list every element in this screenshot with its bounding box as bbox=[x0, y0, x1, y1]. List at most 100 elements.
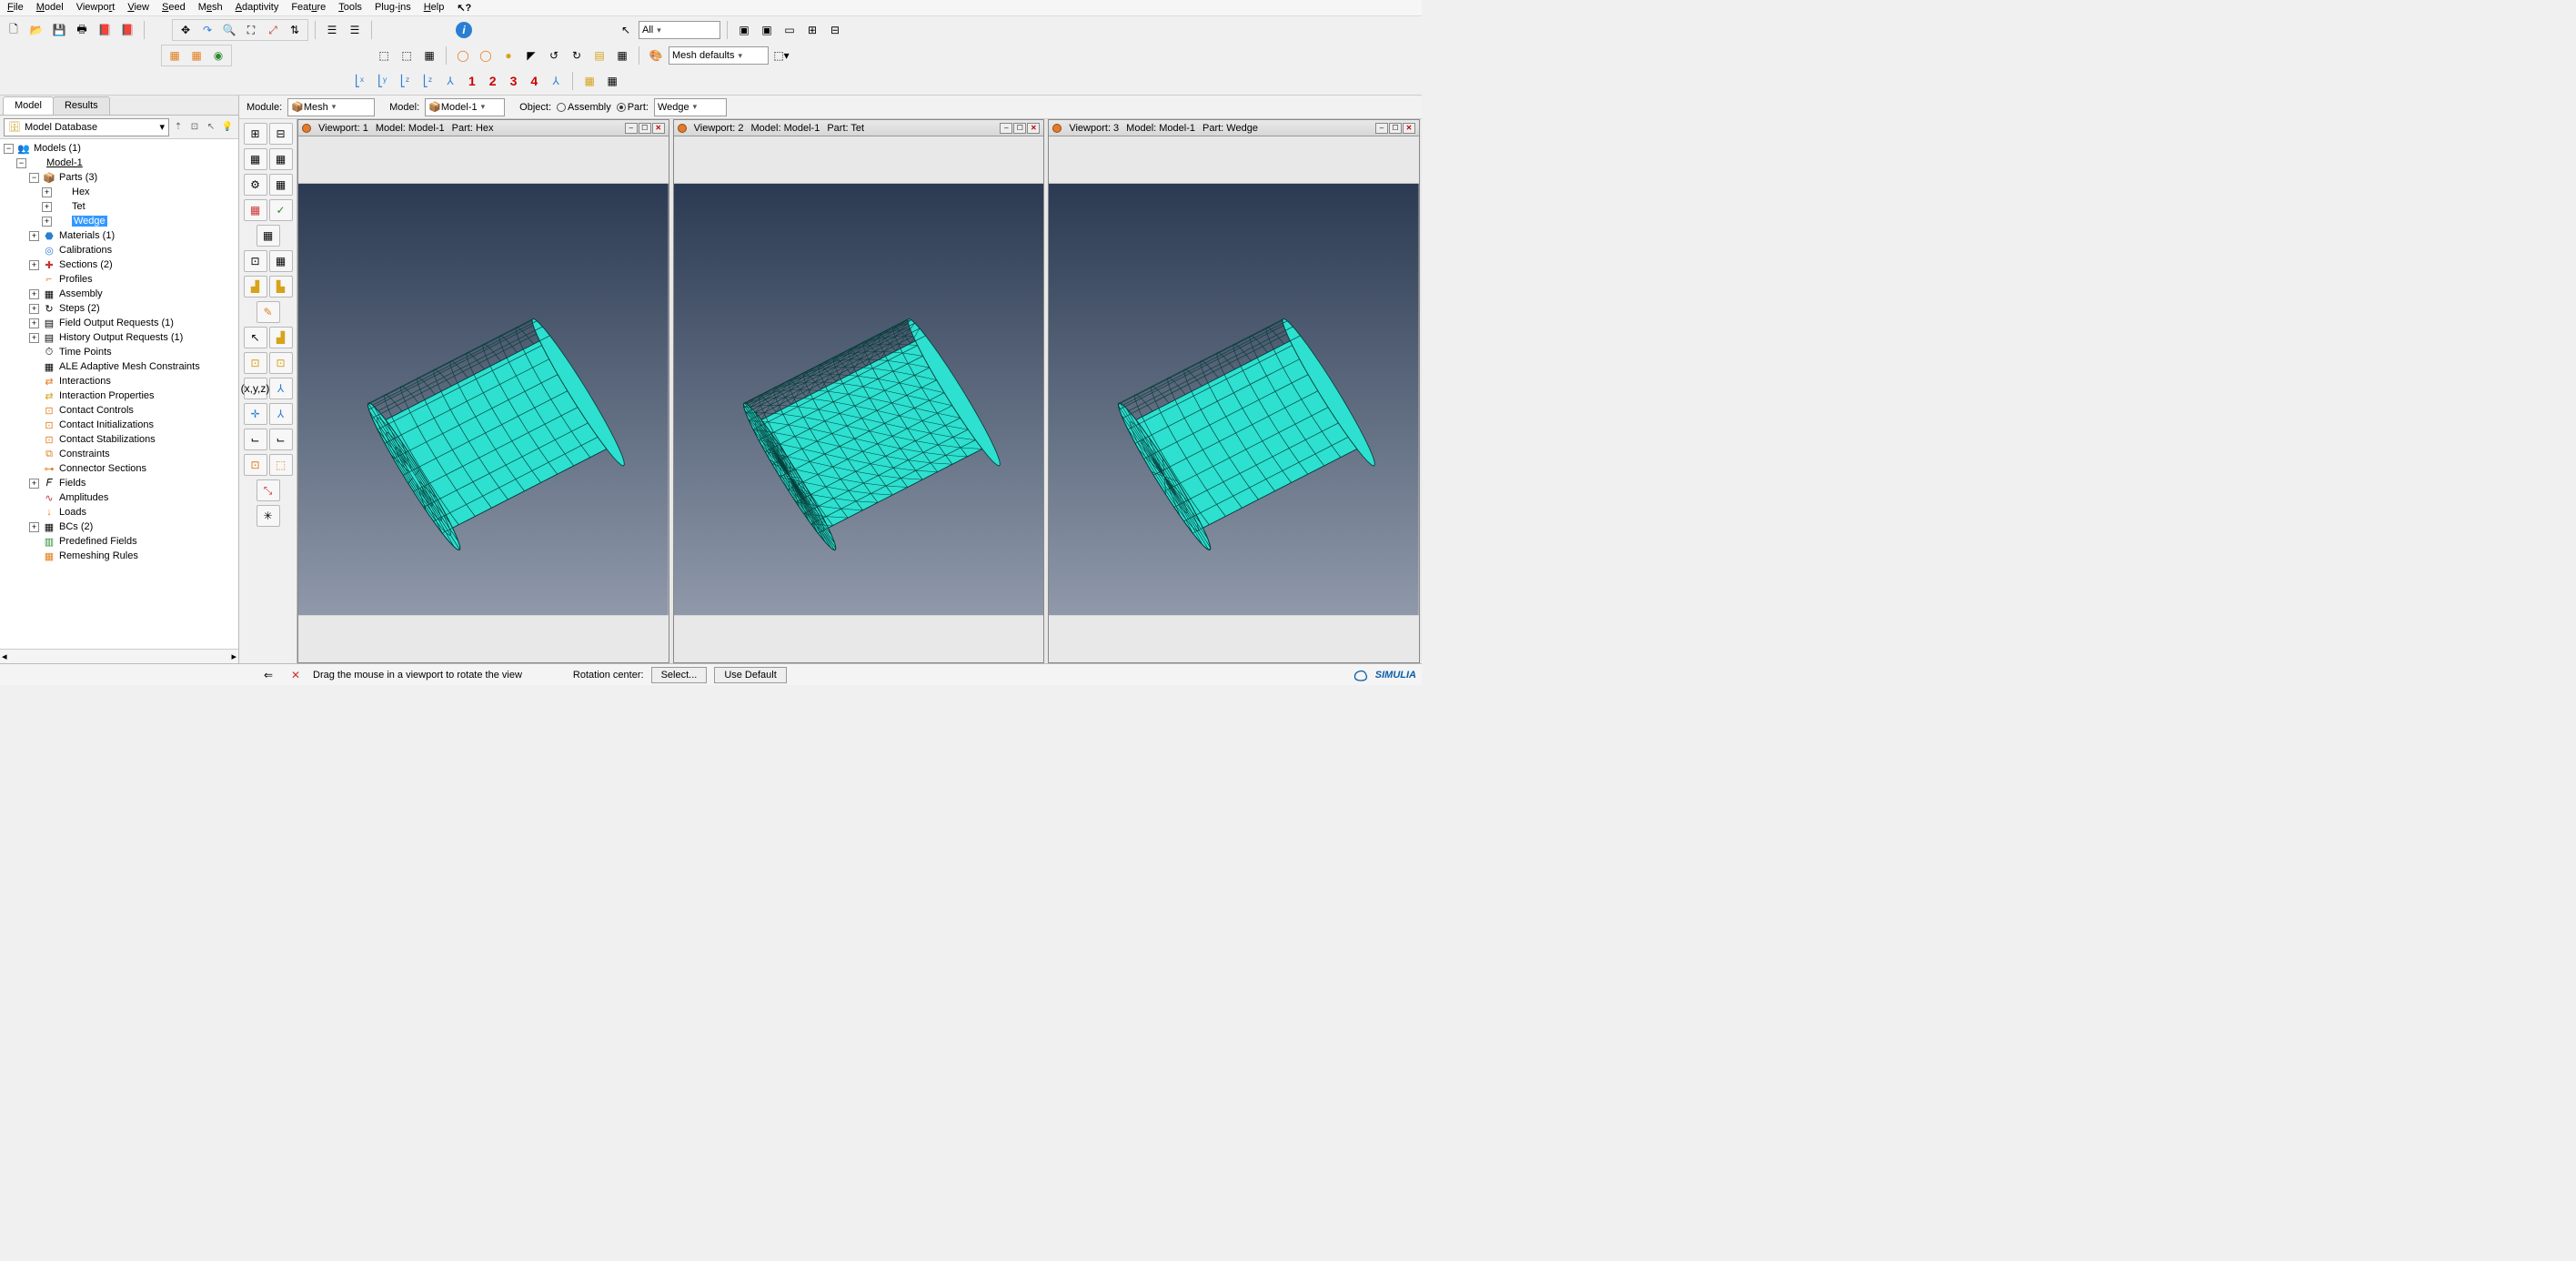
cycle-icon[interactable]: ⇅ bbox=[285, 20, 305, 40]
tree-cursor-icon[interactable]: ↖ bbox=[204, 120, 218, 135]
mesh-defaults-combo[interactable]: Mesh defaults▾ bbox=[669, 46, 769, 65]
menu-feature[interactable]: Feature bbox=[291, 2, 326, 14]
new-file-icon[interactable]: 🗋 bbox=[4, 20, 24, 40]
tool-collapse[interactable]: ⤡ bbox=[257, 479, 280, 501]
tree-item-contact-stabilizations[interactable]: ⊡Contact Stabilizations bbox=[0, 432, 238, 447]
orient-icon[interactable]: ▦ bbox=[579, 71, 599, 91]
viewport-1[interactable]: Viewport: 1 Model: Model-1 Part: Hex – ☐… bbox=[297, 119, 669, 663]
module-combo[interactable]: 📦 Mesh▾ bbox=[287, 98, 375, 116]
menu-seed[interactable]: Seed bbox=[162, 2, 186, 14]
tree-bulb-icon[interactable]: 💡 bbox=[220, 120, 235, 135]
tool-edit-1[interactable]: ↖ bbox=[244, 327, 267, 348]
tool-seed-edge[interactable]: ⊟ bbox=[269, 123, 293, 145]
tree-db-combo[interactable]: 🗄Model Database▾ bbox=[4, 118, 169, 136]
db-icon-1[interactable]: 📕 bbox=[95, 20, 115, 40]
datum-axis-icon[interactable]: ⅄ bbox=[440, 71, 460, 91]
viewport-3[interactable]: Viewport: 3 Model: Model-1 Part: Wedge –… bbox=[1048, 119, 1420, 663]
expand-icon[interactable]: + bbox=[29, 318, 39, 328]
tool-create-1[interactable]: ⊡ bbox=[244, 250, 267, 272]
tree-item-ale-adaptive-mesh-constraints[interactable]: ▦ALE Adaptive Mesh Constraints bbox=[0, 359, 238, 374]
viewport-2-canvas[interactable] bbox=[674, 136, 1044, 662]
tree-item-interactions[interactable]: ⇄Interactions bbox=[0, 374, 238, 388]
viewport-max-icon[interactable]: ☐ bbox=[1389, 123, 1402, 134]
tree-item-tet[interactable]: +Tet bbox=[0, 199, 238, 214]
datum-num-4[interactable]: 4 bbox=[530, 74, 538, 88]
tree-hscroll[interactable]: ◂▸ bbox=[0, 649, 238, 663]
tool-bottom-2[interactable]: ⬚ bbox=[269, 454, 293, 476]
tool-delete-mesh[interactable]: ▦ bbox=[244, 199, 267, 221]
tree-item-connector-sections[interactable]: ⊶Connector Sections bbox=[0, 461, 238, 476]
viewport-1-canvas[interactable] bbox=[298, 136, 669, 662]
tree-item-contact-initializations[interactable]: ⊡Contact Initializations bbox=[0, 418, 238, 432]
box-zoom-icon[interactable]: ⛶ bbox=[241, 20, 261, 40]
view-sel-1[interactable]: ▣ bbox=[734, 20, 754, 40]
tree-item-predefined-fields[interactable]: ▥Predefined Fields bbox=[0, 534, 238, 549]
db-icon-2[interactable]: 📕 bbox=[117, 20, 137, 40]
circle-2-icon[interactable]: ◯ bbox=[476, 45, 496, 66]
circle-solid-icon[interactable]: ● bbox=[498, 45, 518, 66]
expand-icon[interactable]: + bbox=[29, 289, 39, 299]
tab-model[interactable]: Model bbox=[3, 96, 54, 115]
tool-partition-2[interactable]: ▙ bbox=[269, 276, 293, 298]
tree-item-interaction-properties[interactable]: ⇄Interaction Properties bbox=[0, 388, 238, 403]
tree-item-hex[interactable]: +Hex bbox=[0, 185, 238, 199]
expand-icon[interactable]: + bbox=[29, 479, 39, 489]
expand-icon[interactable]: + bbox=[29, 333, 39, 343]
cube-2-icon[interactable]: ⬚ bbox=[397, 45, 417, 66]
grid-icon[interactable]: ▦ bbox=[612, 45, 632, 66]
fit-icon[interactable]: ⤢ bbox=[263, 20, 283, 40]
tool-datum-csys[interactable]: ⅄ bbox=[269, 378, 293, 399]
save-icon[interactable]: 💾 bbox=[49, 20, 69, 40]
tool-edit-4[interactable]: ⊡ bbox=[269, 352, 293, 374]
tree-item-model-1[interactable]: −Model-1 bbox=[0, 156, 238, 170]
tool-datum-ax[interactable]: ⅄ bbox=[269, 403, 293, 425]
menu-model[interactable]: Model bbox=[36, 2, 64, 14]
undo-icon[interactable]: ↺ bbox=[544, 45, 564, 66]
view-sel-5[interactable]: ⊟ bbox=[825, 20, 845, 40]
menu-tools[interactable]: Tools bbox=[338, 2, 362, 14]
datum-csys-2[interactable]: ⎣ʸ bbox=[372, 71, 392, 91]
mesh-cube-icon[interactable]: ⬚▾ bbox=[771, 45, 791, 66]
expand-icon[interactable]: + bbox=[29, 522, 39, 532]
part-combo[interactable]: Wedge▾ bbox=[654, 98, 727, 116]
tree-item-field-output-requests-1-[interactable]: +▤Field Output Requests (1) bbox=[0, 316, 238, 330]
viewport-min-icon[interactable]: – bbox=[1000, 123, 1012, 134]
use-default-button[interactable]: Use Default bbox=[714, 667, 786, 683]
tree-item-parts-3-[interactable]: −📦Parts (3) bbox=[0, 170, 238, 185]
assembly-radio[interactable]: Assembly bbox=[557, 102, 611, 113]
datum-csys-1[interactable]: ⎣ˣ bbox=[349, 71, 369, 91]
viewport-close-icon[interactable]: ✕ bbox=[1027, 123, 1040, 134]
tree-item-history-output-requests-1-[interactable]: +▤History Output Requests (1) bbox=[0, 330, 238, 345]
menu-mesh[interactable]: Mesh bbox=[198, 2, 223, 14]
expand-icon[interactable]: − bbox=[16, 158, 26, 168]
render-hidden-icon[interactable]: ▦ bbox=[186, 45, 206, 66]
status-cancel-icon[interactable]: ✕ bbox=[286, 665, 306, 685]
select-button[interactable]: Select... bbox=[651, 667, 708, 683]
menu-help[interactable]: Help bbox=[424, 2, 445, 14]
viewport-min-icon[interactable]: – bbox=[1375, 123, 1388, 134]
tool-bottom-1[interactable]: ⊡ bbox=[244, 454, 267, 476]
zoom-icon[interactable]: 🔍 bbox=[219, 20, 239, 40]
list-icon-2[interactable]: ☰ bbox=[345, 20, 365, 40]
expand-icon[interactable]: + bbox=[42, 187, 52, 197]
menu-adaptivity[interactable]: Adaptivity bbox=[236, 2, 279, 14]
flag-icon[interactable]: ◤ bbox=[521, 45, 541, 66]
tool-edit-2[interactable]: ▟ bbox=[269, 327, 293, 348]
model-combo[interactable]: 📦 Model-1▾ bbox=[425, 98, 505, 116]
expand-icon[interactable]: + bbox=[42, 202, 52, 212]
tree-item-models-1-[interactable]: −👥Models (1) bbox=[0, 141, 238, 156]
tree-item-calibrations[interactable]: ◎Calibrations bbox=[0, 243, 238, 257]
tool-mesh-region[interactable]: ▦ bbox=[269, 148, 293, 170]
viewport-2[interactable]: Viewport: 2 Model: Model-1 Part: Tet – ☐… bbox=[673, 119, 1045, 663]
view-sel-2[interactable]: ▣ bbox=[757, 20, 777, 40]
expand-icon[interactable]: + bbox=[29, 260, 39, 270]
menu-view[interactable]: View bbox=[127, 2, 149, 14]
tool-seed-part[interactable]: ⊞ bbox=[244, 123, 267, 145]
menu-file[interactable]: FFileile bbox=[7, 2, 24, 14]
datum-num-3[interactable]: 3 bbox=[510, 74, 518, 88]
tree-item-sections-2-[interactable]: +✚Sections (2) bbox=[0, 257, 238, 272]
tool-verify[interactable]: ✓ bbox=[269, 199, 293, 221]
tree-item-bcs-2-[interactable]: +▦BCs (2) bbox=[0, 520, 238, 534]
pointer-icon[interactable]: ↖ bbox=[616, 20, 636, 40]
pan-icon[interactable]: ✥ bbox=[176, 20, 196, 40]
